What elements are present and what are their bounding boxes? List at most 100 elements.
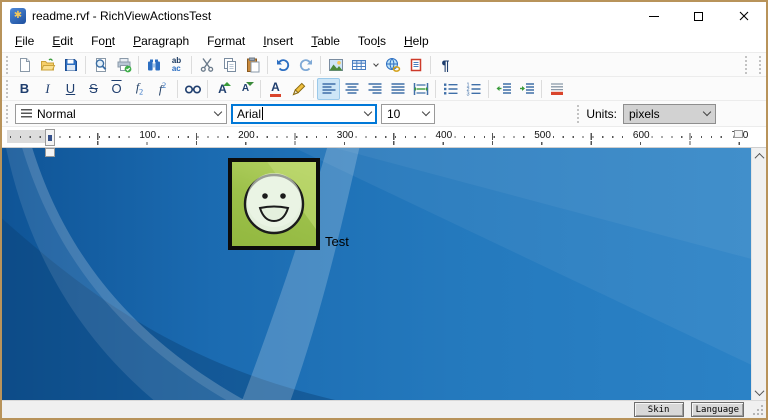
right-indent-marker[interactable]: [734, 130, 743, 138]
ruler-number: 300: [335, 130, 356, 142]
strikethrough-icon: S: [89, 81, 98, 96]
table-dropdown-button[interactable]: [370, 54, 381, 76]
down-arrow-icon: [246, 82, 254, 86]
maximize-button[interactable]: [676, 2, 721, 30]
font-combobox[interactable]: Arial: [231, 104, 377, 124]
justify-button[interactable]: [386, 78, 409, 100]
style-combobox[interactable]: Normal: [15, 104, 227, 124]
bullets-button[interactable]: [439, 78, 462, 100]
inserted-smiley-image[interactable]: [228, 158, 320, 250]
insert-hyperlink-button[interactable]: [381, 54, 404, 76]
find-button[interactable]: [142, 54, 165, 76]
new-document-icon: [17, 57, 33, 73]
style-value: Normal: [37, 107, 76, 121]
menu-item-paragraph[interactable]: Paragraph: [124, 32, 198, 50]
align-center-button[interactable]: [340, 78, 363, 100]
insert-picture-button[interactable]: [324, 54, 347, 76]
paragraph-marks-button[interactable]: ¶: [434, 54, 457, 76]
scroll-down-button[interactable]: [752, 384, 767, 400]
picture-icon: [328, 57, 344, 73]
toolbar-gripper[interactable]: [758, 56, 762, 74]
font-dialog-button[interactable]: [181, 78, 204, 100]
ruler-number: 400: [433, 130, 454, 142]
language-button[interactable]: Language: [691, 402, 744, 417]
menu-item-table[interactable]: Table: [302, 32, 349, 50]
bold-button[interactable]: B: [13, 78, 36, 100]
toolbar-gripper[interactable]: [5, 80, 9, 98]
underline-button[interactable]: U: [59, 78, 82, 100]
copy-button[interactable]: [218, 54, 241, 76]
globe-link-icon: [385, 57, 401, 73]
menu-item-file[interactable]: File: [6, 32, 43, 50]
font-size-combobox[interactable]: 10: [381, 104, 435, 124]
units-value: pixels: [629, 107, 660, 121]
outdent-button[interactable]: [492, 78, 515, 100]
ruler-number: 500: [532, 130, 553, 142]
print-button[interactable]: [112, 54, 135, 76]
highlight-button[interactable]: [287, 78, 310, 100]
save-button[interactable]: [59, 54, 82, 76]
menu-item-insert[interactable]: Insert: [254, 32, 302, 50]
highlight-pen-icon: [291, 81, 307, 97]
strikethrough-button[interactable]: S: [82, 78, 105, 100]
units-label: Units:: [586, 107, 617, 121]
italic-button[interactable]: I: [36, 78, 59, 100]
vertical-scrollbar[interactable]: [751, 148, 766, 400]
toolbar-gripper[interactable]: [576, 105, 580, 123]
insert-frame-button[interactable]: [404, 54, 427, 76]
scroll-up-button[interactable]: [752, 148, 767, 164]
app-icon: ✱: [10, 8, 26, 24]
left-indent-marker[interactable]: [45, 129, 55, 146]
print-preview-button[interactable]: [89, 54, 112, 76]
left-margin-marker[interactable]: [45, 148, 55, 157]
replace-button[interactable]: abac: [165, 54, 188, 76]
menu-item-edit[interactable]: Edit: [43, 32, 82, 50]
minimize-button[interactable]: [631, 2, 676, 30]
smiley-face-icon: [232, 162, 316, 246]
separator: [177, 80, 178, 98]
toolbar-gripper[interactable]: [5, 56, 9, 74]
separator: [435, 80, 436, 98]
font-color-icon: A: [270, 81, 281, 97]
open-button[interactable]: [36, 54, 59, 76]
align-right-button[interactable]: [363, 78, 386, 100]
close-button[interactable]: [721, 2, 766, 30]
align-left-button[interactable]: [317, 78, 340, 100]
units-combobox[interactable]: pixels: [623, 104, 716, 124]
superscript-button[interactable]: f2: [151, 78, 174, 100]
text-caret: [262, 107, 263, 120]
svg-text:3: 3: [466, 91, 469, 96]
numbering-button[interactable]: 123: [462, 78, 485, 100]
chevron-down-icon: [364, 108, 372, 116]
paragraph-color-button[interactable]: [545, 78, 568, 100]
menu-item-tools[interactable]: Tools: [349, 32, 395, 50]
redo-button[interactable]: [294, 54, 317, 76]
insert-table-button[interactable]: [347, 54, 370, 76]
paste-button[interactable]: [241, 54, 264, 76]
toolbar-gripper[interactable]: [744, 56, 748, 74]
copy-icon: [222, 57, 238, 73]
overline-button[interactable]: O: [105, 78, 128, 100]
subscript-button[interactable]: f2: [128, 78, 151, 100]
separator: [207, 80, 208, 98]
document-text[interactable]: Test: [325, 234, 349, 249]
menu-item-font[interactable]: Font: [82, 32, 124, 50]
toolbar-gripper[interactable]: [5, 105, 9, 123]
undo-button[interactable]: [271, 54, 294, 76]
shrink-font-button[interactable]: A: [234, 78, 257, 100]
statusbar: Skin Language: [2, 400, 766, 418]
ruler-number: 600: [631, 130, 652, 142]
menubar: FileEditFontParagraphFormatInsertTableTo…: [2, 30, 766, 52]
text-width-button[interactable]: [409, 78, 432, 100]
menu-item-format[interactable]: Format: [198, 32, 254, 50]
skin-button[interactable]: Skin: [634, 402, 684, 417]
document-editor-area[interactable]: Test: [2, 148, 766, 400]
resize-grip-icon[interactable]: [753, 405, 763, 415]
font-color-button[interactable]: A: [264, 78, 287, 100]
new-button[interactable]: [13, 54, 36, 76]
grow-font-button[interactable]: A: [211, 78, 234, 100]
separator: [85, 56, 86, 74]
cut-button[interactable]: [195, 54, 218, 76]
menu-item-help[interactable]: Help: [395, 32, 438, 50]
indent-button[interactable]: [515, 78, 538, 100]
